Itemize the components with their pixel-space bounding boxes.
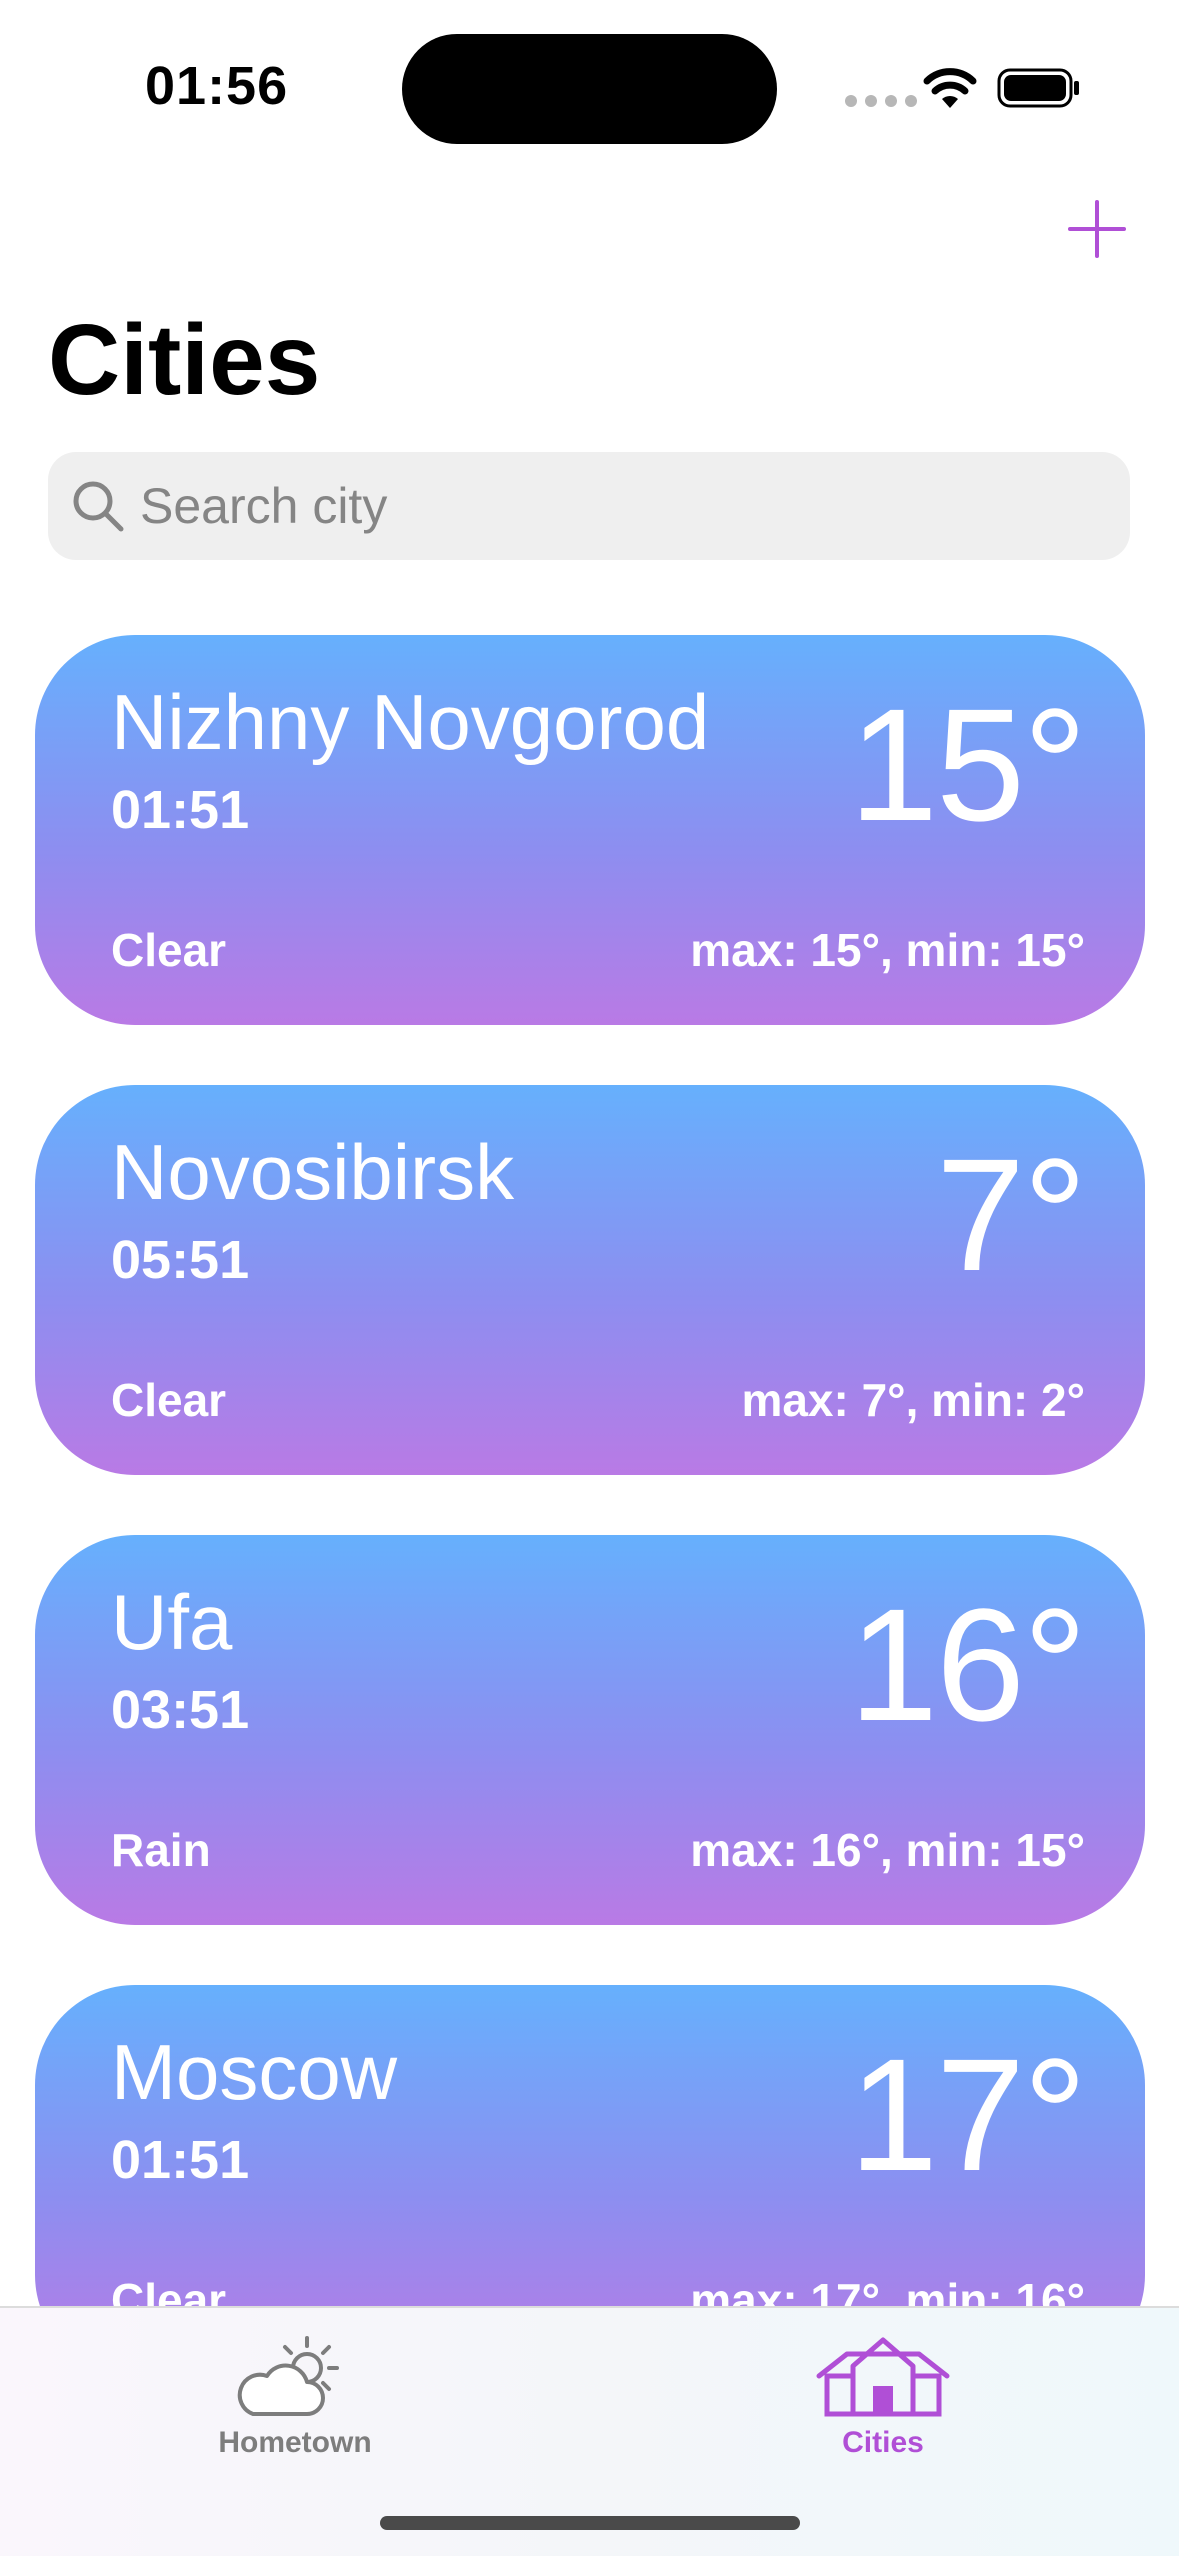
city-local-time: 01:51 xyxy=(111,2130,250,2190)
city-local-time: 01:51 xyxy=(111,780,250,840)
city-card[interactable]: Novosibirsk 05:51 7° Clear max: 7°, min:… xyxy=(35,1085,1145,1475)
search-bar[interactable] xyxy=(48,452,1130,560)
city-temp-range: max: 17°, min: 16° xyxy=(690,2274,1085,2306)
add-city-button[interactable] xyxy=(1066,198,1128,260)
city-condition: Clear xyxy=(111,2274,227,2306)
city-temperature: 16° xyxy=(849,1575,1087,1754)
tab-label: Hometown xyxy=(218,2426,372,2459)
page-title: Cities xyxy=(48,304,321,416)
city-temp-range: max: 7°, min: 2° xyxy=(741,1374,1085,1426)
city-card[interactable]: Moscow 01:51 17° Clear max: 17°, min: 16… xyxy=(35,1985,1145,2306)
city-name: Novosibirsk xyxy=(111,1128,515,1216)
cloud-sun-icon xyxy=(237,2336,339,2416)
city-card[interactable]: Ufa 03:51 16° Rain max: 16°, min: 15° xyxy=(35,1535,1145,1925)
city-name: Moscow xyxy=(111,2028,398,2116)
city-name: Ufa xyxy=(111,1578,233,1666)
city-temp-range: max: 16°, min: 15° xyxy=(690,1824,1085,1876)
city-temp-range: max: 15°, min: 15° xyxy=(690,924,1085,976)
search-input[interactable] xyxy=(140,452,1100,560)
search-icon xyxy=(73,481,124,532)
city-condition: Clear xyxy=(111,924,227,976)
cities-list[interactable]: Cities Nizhny Novgorod 01:51 15° Clear m… xyxy=(0,0,1179,2306)
house-icon xyxy=(816,2337,950,2417)
city-temperature: 7° xyxy=(936,1125,1087,1304)
city-card[interactable]: Nizhny Novgorod 01:51 15° Clear max: 15°… xyxy=(35,635,1145,1025)
city-condition: Rain xyxy=(111,1824,211,1876)
city-temperature: 17° xyxy=(849,2025,1087,2204)
tab-cities[interactable]: Cities xyxy=(723,2308,1043,2478)
city-local-time: 03:51 xyxy=(111,1680,250,1740)
home-indicator[interactable] xyxy=(380,2516,800,2530)
city-temperature: 15° xyxy=(849,675,1087,854)
city-local-time: 05:51 xyxy=(111,1230,250,1290)
tab-label: Cities xyxy=(842,2426,924,2459)
city-name: Nizhny Novgorod xyxy=(111,678,710,766)
tab-hometown[interactable]: Hometown xyxy=(135,2308,455,2478)
city-condition: Clear xyxy=(111,1374,227,1426)
